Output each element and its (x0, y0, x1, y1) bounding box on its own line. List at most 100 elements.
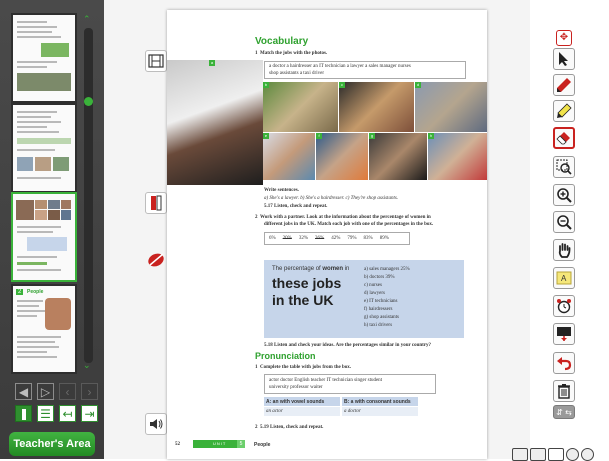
scroll-up-icon[interactable]: ⌃ (83, 14, 91, 25)
book-page: Vocabulary 1 Match the jobs with the pho… (167, 10, 487, 459)
text-view-button[interactable]: ☰ (37, 405, 54, 422)
photo-label-g: g (369, 133, 375, 139)
exercise-number: 1 (255, 51, 258, 56)
infobox-intro-a: The percentage of (272, 266, 323, 272)
fit-width-button[interactable]: ↤ (59, 405, 76, 422)
highlighter-tool-button[interactable] (553, 100, 575, 122)
write-sentences-label: Write sentences. (264, 188, 299, 193)
single-page-icon (21, 409, 26, 421)
svg-text:A: A (561, 274, 567, 283)
exercise-2-line-2: different jobs in the UK. Match each job… (264, 222, 434, 227)
pron-exercise-1-number: 1 (255, 365, 258, 370)
table-header-a: A: an with vowel sounds (266, 399, 325, 405)
photo-f[interactable] (316, 133, 368, 180)
thumb-page-label: People (27, 289, 44, 295)
delete-button[interactable] (553, 380, 575, 402)
pct-item: 36% (315, 236, 325, 241)
text-note-button[interactable]: A (553, 267, 575, 289)
page-thumbnail-1[interactable] (11, 13, 77, 103)
worksheet-icon[interactable] (145, 192, 167, 214)
collapse-toolbar-button[interactable]: ⇵ ⇆ (553, 405, 575, 419)
page-thumbnail-4[interactable]: 2 People (11, 284, 77, 374)
exercise-instruction: Match the jobs with the photos. (260, 51, 328, 56)
single-page-view-button[interactable] (15, 405, 32, 422)
chevron-left-icon: ‹ (65, 385, 70, 399)
text-lines-icon: ☰ (40, 407, 51, 421)
footer-unit-label: UNIT (213, 441, 227, 446)
photo-label-d: d (415, 82, 421, 88)
infobox-list-item: g) shop assistants (364, 315, 399, 320)
photo-label-f: f (316, 133, 322, 139)
first-page-icon: ◀ (18, 385, 29, 399)
infobox-list-item: h) taxi drivers (364, 323, 393, 328)
exercise-2-number: 2 (255, 215, 258, 220)
lawyer-photo[interactable] (167, 60, 263, 185)
next-page-outline-button[interactable]: ▷ (37, 383, 54, 400)
answer-key-icon[interactable] (145, 248, 167, 270)
example-sentences: a) She's a lawyer. b) She's a hairdresse… (264, 196, 399, 201)
fit-page-button[interactable]: ⇥ (81, 405, 98, 422)
pct-item: 89% (379, 236, 389, 241)
footer-page-number: 52 (175, 442, 180, 447)
settings-icon[interactable] (581, 448, 594, 461)
audio-track-1[interactable]: 5.17 Listen, check and repeat. (264, 204, 327, 209)
zoom-region-icon (556, 159, 572, 175)
zoom-area-button[interactable] (553, 156, 575, 178)
pen-tool-button[interactable] (553, 74, 575, 96)
infobox-heading-1: these jobs (272, 275, 342, 291)
eraser-tool-button[interactable] (553, 127, 575, 149)
women-percentage-infobox: The percentage of women in these jobs in… (264, 260, 464, 338)
help-icon[interactable] (566, 448, 579, 461)
pron-word-box-line-2: university professor waiter (269, 385, 323, 390)
select-tool-button[interactable] (553, 48, 575, 70)
print-icon[interactable] (512, 448, 528, 461)
photo-d[interactable] (415, 82, 487, 132)
word-box: a doctor a hairdresser an IT technician … (264, 61, 466, 79)
thumbnail-scrollbar[interactable] (84, 28, 93, 363)
home-icon[interactable] (530, 448, 546, 461)
scrollbar-handle[interactable] (84, 97, 93, 106)
pan-tool-button[interactable] (553, 239, 575, 261)
undo-arrow-icon (557, 357, 572, 371)
infobox-heading-2: in the UK (272, 292, 334, 308)
pron-word-box: actor doctor English teacher IT technici… (264, 374, 436, 394)
photo-b[interactable] (263, 82, 338, 132)
zoom-out-button[interactable] (553, 211, 575, 233)
scroll-down-icon[interactable]: ⌄ (83, 360, 91, 371)
word-box-line-2: shop assistants a taxi driver (269, 71, 324, 76)
infobox-list-item: e) IT technicians (364, 299, 398, 304)
audio-track-3[interactable]: 5.19 Listen, check and repeat. (260, 425, 323, 430)
infobox-intro-c: in (343, 266, 350, 272)
page-thumbnail-2[interactable] (11, 103, 77, 193)
move-toolbar-icon[interactable]: ✥ (556, 30, 572, 46)
timer-button[interactable] (553, 295, 575, 317)
video-icon[interactable] (145, 50, 167, 72)
first-page-button[interactable]: ◀ (15, 383, 32, 400)
prev-page-button[interactable]: ‹ (59, 383, 76, 400)
zoom-in-button[interactable] (553, 184, 575, 206)
undo-button[interactable] (553, 352, 575, 374)
pct-item: 32% (298, 236, 309, 241)
audio-speaker-icon[interactable] (145, 413, 167, 435)
infobox-list-item: b) doctors 39% (364, 275, 395, 280)
page-thumbnail-3-selected[interactable] (11, 192, 77, 282)
page-icon[interactable] (548, 448, 564, 461)
chevron-right-icon: › (87, 385, 92, 399)
screen-shade-icon (557, 327, 571, 341)
infobox-list-item: d) lawyers (364, 291, 385, 296)
next-page-button[interactable]: › (81, 383, 98, 400)
photo-c[interactable] (339, 82, 414, 132)
pron-word-box-line-1: actor doctor English teacher IT technici… (269, 378, 383, 383)
cursor-arrow-icon (559, 52, 568, 66)
audio-track-2[interactable]: 5.18 Listen and check your ideas. Are th… (264, 343, 431, 348)
footer-unit-bar: UNIT 5 (193, 440, 245, 448)
thumb-page-number: 2 (16, 289, 24, 295)
photo-g[interactable] (369, 133, 427, 180)
photo-h[interactable] (428, 133, 487, 180)
photo-label-b: b (263, 82, 269, 88)
screen-shade-button[interactable] (553, 323, 575, 345)
thumbnail-sidebar: 2 People ⌃ ⌄ ◀ ▷ ‹ › ☰ ↤ ⇥ Teacher's Are… (0, 0, 104, 459)
teachers-area-button[interactable]: Teacher's Area (9, 432, 95, 456)
photo-label-e: e (263, 133, 269, 139)
photo-e[interactable] (263, 133, 315, 180)
